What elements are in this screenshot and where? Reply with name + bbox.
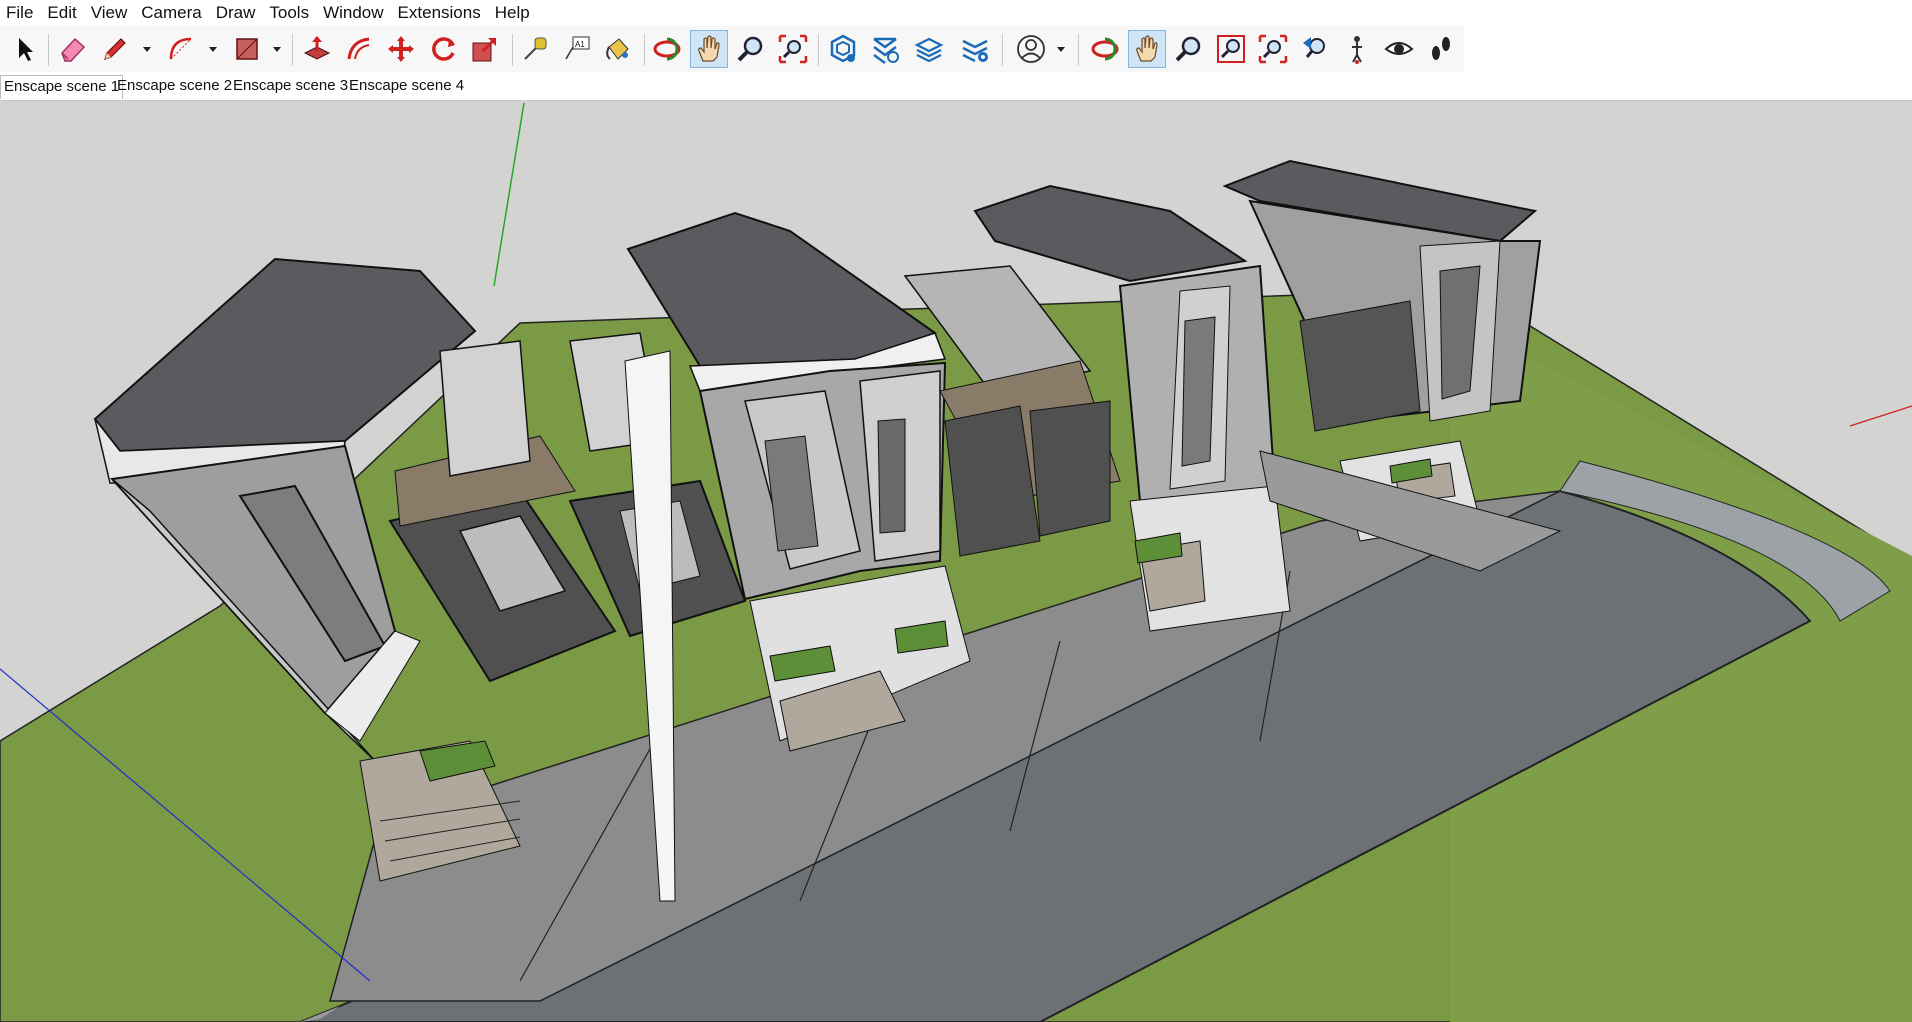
pencil-line-icon[interactable] [96,30,134,68]
select-icon[interactable] [6,30,44,68]
paint-bucket-icon[interactable] [598,30,636,68]
menu-window[interactable]: Window [317,0,391,26]
menu-bar: File Edit View Camera Draw Tools Window … [0,0,1912,26]
menu-extensions[interactable]: Extensions [392,0,489,26]
zoom-icon[interactable] [732,30,770,68]
toolbar: A1 [0,26,1465,73]
scene-tab-2[interactable]: Enscape scene 2 [114,75,235,99]
window-2b [877,418,906,534]
previous-view-icon[interactable] [1296,30,1334,68]
toolbar-separator [1002,34,1003,66]
menu-draw[interactable]: Draw [210,0,264,26]
menu-edit[interactable]: Edit [41,0,84,26]
arc-icon[interactable] [162,30,200,68]
toolbar-separator [818,34,819,66]
toolbar-separator [48,34,49,66]
menu-camera[interactable]: Camera [135,0,209,26]
chevron-down-icon[interactable] [272,44,282,54]
offset-icon[interactable] [340,30,378,68]
green-axis [493,102,525,287]
orbit-icon[interactable] [648,30,686,68]
zoom-extents-2-icon[interactable] [1254,30,1292,68]
pan-icon[interactable] [690,30,728,68]
toolbar-separator [1078,34,1079,66]
window-3 [1181,316,1216,467]
menu-view[interactable]: View [85,0,136,26]
menu-tools[interactable]: Tools [263,0,317,26]
box-dark-5 [1299,300,1421,432]
extension-manager-icon[interactable] [956,30,994,68]
menu-help[interactable]: Help [489,0,538,26]
toolbar-separator [512,34,513,66]
zoom-extents-icon[interactable] [774,30,812,68]
rotate-icon[interactable] [424,30,462,68]
chevron-down-icon[interactable] [142,44,152,54]
toolbar-empty-area [1464,26,1912,72]
scene-tab-4[interactable]: Enscape scene 4 [346,75,467,99]
rectangle-icon[interactable] [228,30,266,68]
model-viewport[interactable] [0,101,1912,1022]
menu-file[interactable]: File [0,0,41,26]
chevron-down-icon[interactable] [1056,44,1066,54]
pan-2-icon[interactable] [1128,30,1166,68]
push-pull-icon[interactable] [298,30,336,68]
roof-3 [973,184,1248,283]
chevron-down-icon[interactable] [208,44,218,54]
toolbar-separator [644,34,645,66]
skylight-1 [439,340,531,477]
scene-tab-3[interactable]: Enscape scene 3 [230,75,351,99]
red-axis [1849,405,1912,427]
profile-icon[interactable] [1012,30,1050,68]
position-camera-icon[interactable] [1338,30,1376,68]
model-scene [0,102,1912,1022]
zoom-window-icon[interactable] [1212,30,1250,68]
tape-measure-icon[interactable] [516,30,554,68]
look-around-icon[interactable] [1380,30,1418,68]
text-label-icon[interactable]: A1 [558,30,596,68]
layout-send-icon[interactable] [910,30,948,68]
zoom-2-icon[interactable] [1170,30,1208,68]
walk-icon[interactable] [1422,30,1460,68]
warehouse-icon[interactable] [824,30,862,68]
toolbar-separator [292,34,293,66]
box-dark-4 [1029,400,1111,537]
scene-tab-1[interactable]: Enscape scene 1 [0,75,124,99]
eraser-icon[interactable] [54,30,92,68]
orbit-2-icon[interactable] [1086,30,1124,68]
scene-tabs: Enscape scene 1 Enscape scene 2 Enscape … [0,72,1912,101]
move-icon[interactable] [382,30,420,68]
scale-icon[interactable] [466,30,504,68]
extension-warehouse-icon[interactable] [866,30,904,68]
svg-text:A1: A1 [575,40,585,49]
